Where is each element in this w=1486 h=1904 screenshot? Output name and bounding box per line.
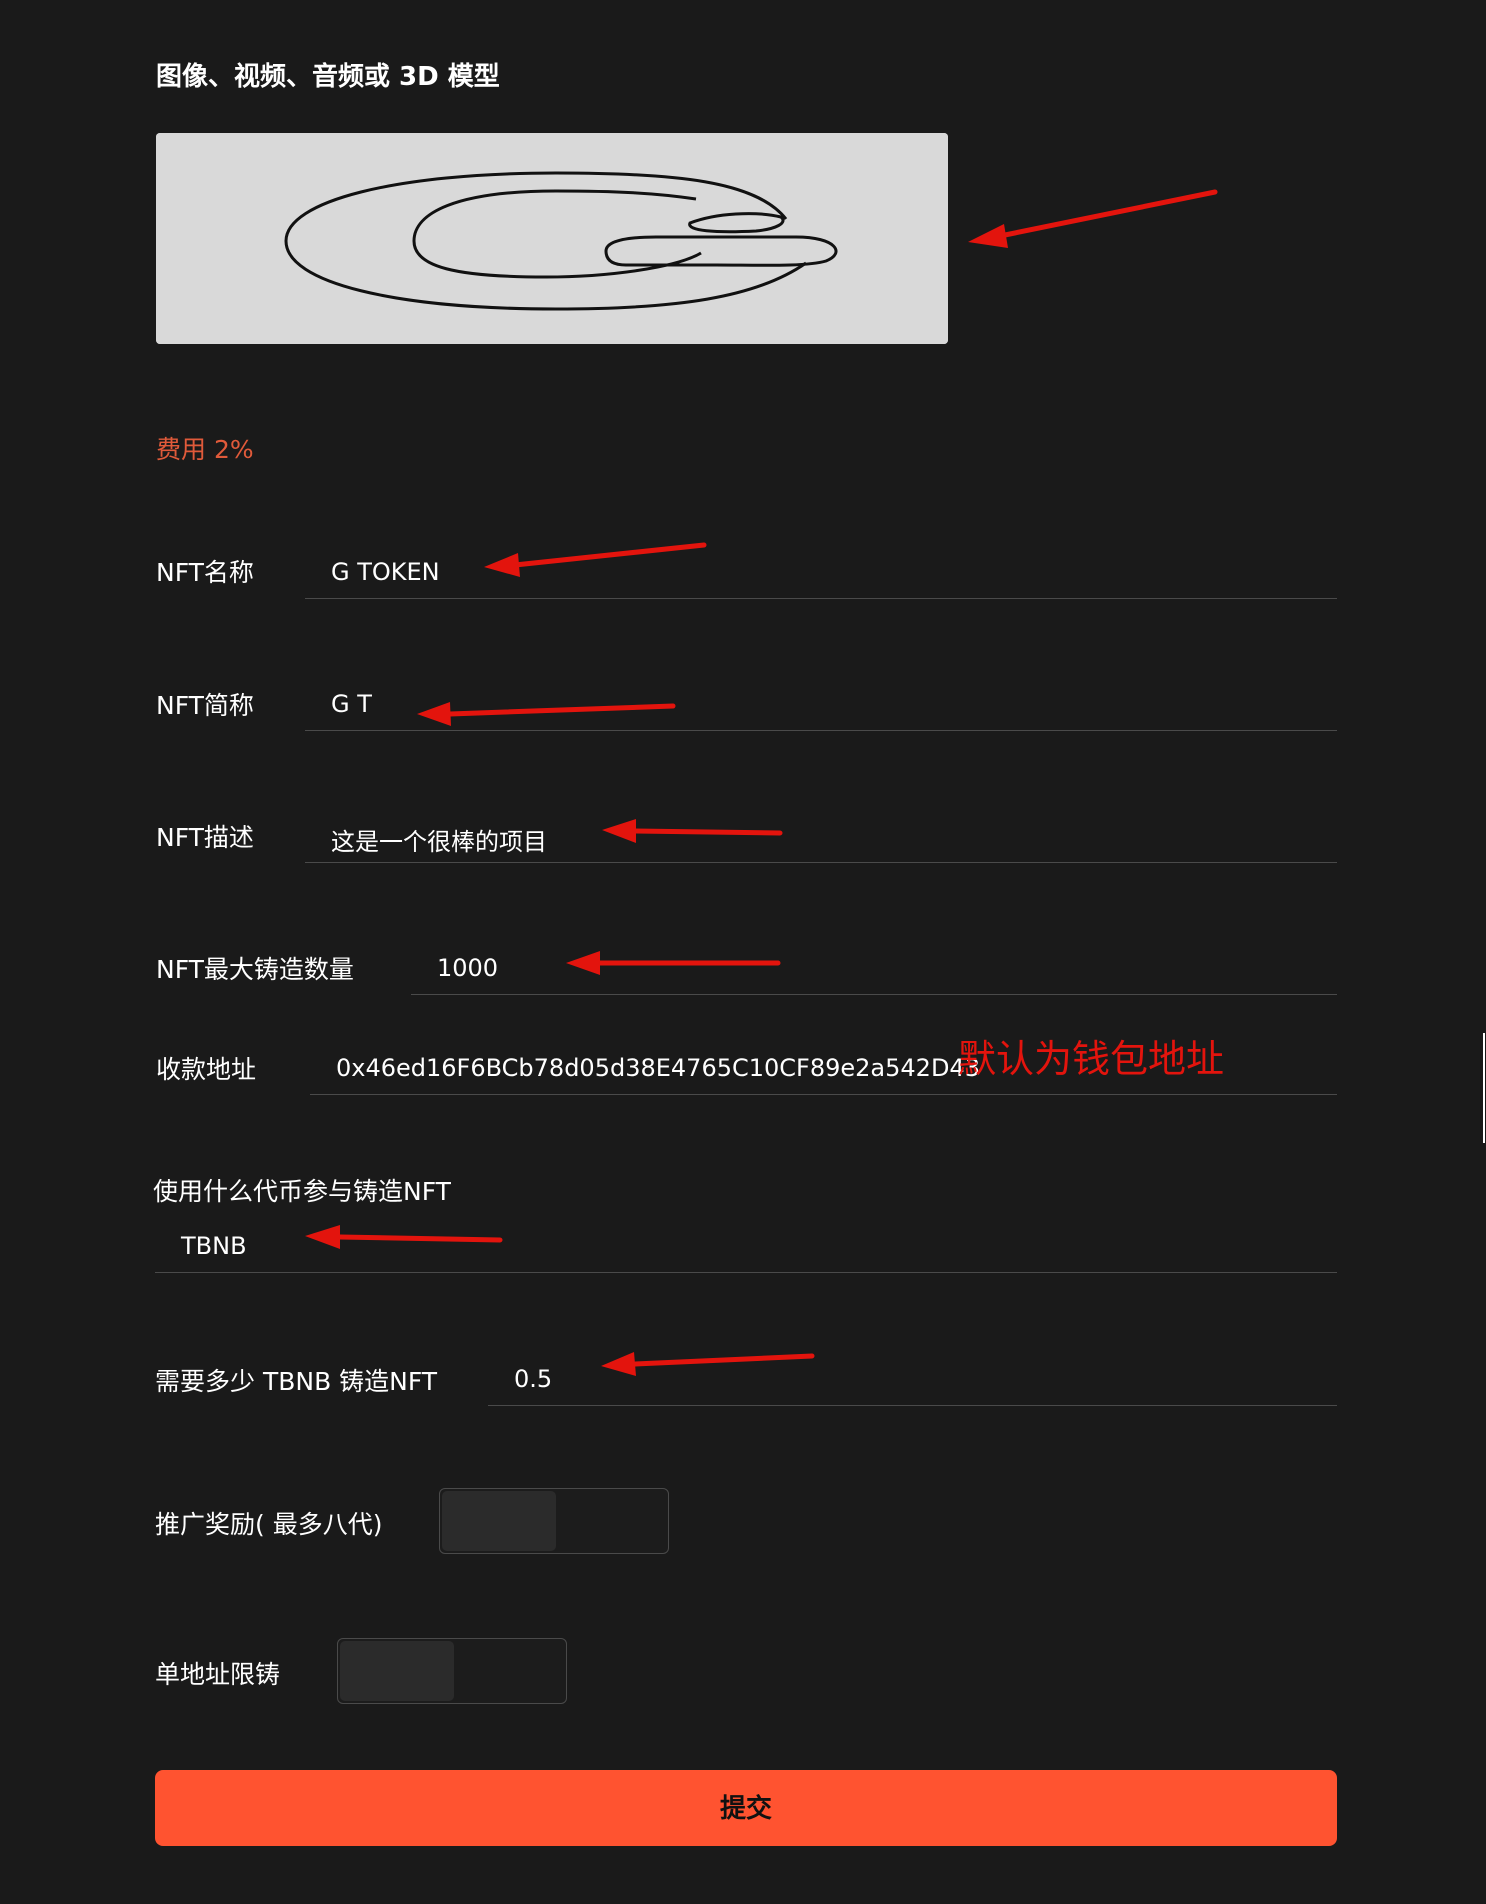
mint-token-label: 使用什么代币参与铸造NFT (153, 1177, 451, 1206)
mint-price-value: 0.5 (514, 1365, 553, 1393)
media-upload-preview[interactable] (156, 133, 948, 344)
nft-description-input[interactable]: 这是一个很棒的项目 (305, 812, 1337, 863)
submit-button[interactable]: 提交 (155, 1770, 1337, 1846)
nft-symbol-input[interactable]: G T (305, 680, 1337, 731)
mint-price-label: 需要多少 TBNB 铸造NFT (155, 1367, 438, 1396)
fee-label: 费用 2% (156, 435, 254, 464)
media-section-title: 图像、视频、音频或 3D 模型 (156, 62, 500, 92)
referral-reward-label: 推广奖励( 最多八代) (155, 1510, 383, 1539)
nft-symbol-value: G T (331, 690, 372, 718)
mint-token-input[interactable]: TBNB (155, 1222, 1337, 1273)
nft-max-supply-label: NFT最大铸造数量 (156, 955, 354, 984)
create-nft-page: 图像、视频、音频或 3D 模型 费用 2% NFT名称 G TOKEN NFT简… (0, 0, 1486, 1904)
nft-name-label: NFT名称 (156, 558, 254, 587)
per-address-limit-label: 单地址限铸 (155, 1660, 281, 1689)
mint-price-input[interactable]: 0.5 (488, 1355, 1337, 1406)
scroll-edge-indicator (1483, 1033, 1485, 1143)
referral-reward-toggle-knob (442, 1491, 556, 1551)
mint-token-value: TBNB (181, 1232, 247, 1260)
nft-name-value: G TOKEN (331, 558, 440, 586)
payee-address-value: 0x46ed16F6BCb78d05d38E4765C10CF89e2a542D… (336, 1054, 980, 1082)
nft-description-label: NFT描述 (156, 823, 254, 852)
nft-name-input[interactable]: G TOKEN (305, 548, 1337, 599)
referral-reward-toggle[interactable] (439, 1488, 669, 1554)
nft-max-supply-input[interactable]: 1000 (411, 944, 1337, 995)
nft-description-value: 这是一个很棒的项目 (331, 828, 547, 856)
nft-symbol-label: NFT简称 (156, 691, 254, 720)
per-address-limit-toggle-knob (340, 1641, 454, 1701)
arrow-to-media (968, 189, 1218, 248)
wallet-address-annotation: 默认为钱包地址 (958, 1037, 1225, 1081)
payee-address-label: 收款地址 (156, 1055, 257, 1084)
per-address-limit-toggle[interactable] (337, 1638, 567, 1704)
nft-max-supply-value: 1000 (437, 954, 499, 982)
g-logo-image (156, 133, 948, 344)
